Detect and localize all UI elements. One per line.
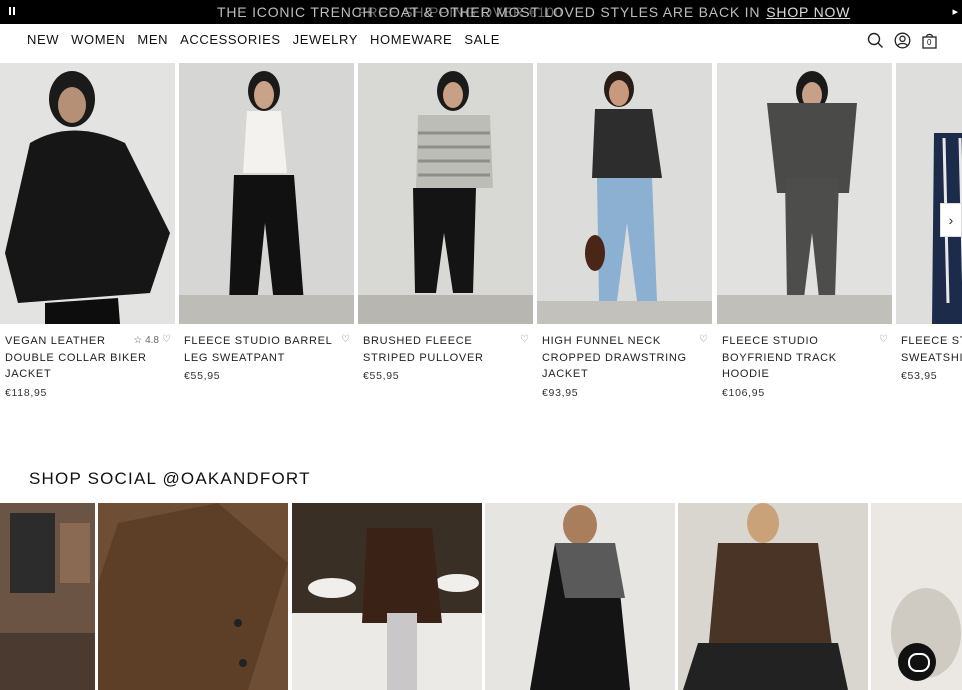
- product-card[interactable]: HIGH FUNNEL NECK CROPPED DRAWSTRING JACK…: [537, 63, 712, 399]
- product-card[interactable]: FLEECE STUDIO BOYFRIEND TRACK HOODIE €10…: [717, 63, 892, 399]
- heart-icon[interactable]: ♡: [879, 334, 888, 345]
- account-icon[interactable]: [894, 32, 911, 49]
- heart-icon[interactable]: ♡: [520, 334, 529, 345]
- social-tile[interactable]: [485, 503, 675, 690]
- social-tile[interactable]: [292, 503, 482, 690]
- product-card[interactable]: FLEECE STUDIO BARREL LEG SWEATPANT €55,9…: [179, 63, 354, 382]
- nav-item-homeware[interactable]: HOMEWARE: [370, 32, 452, 47]
- carousel-next-button[interactable]: ›: [940, 203, 962, 237]
- nav-item-jewelry[interactable]: JEWELRY: [293, 32, 358, 47]
- product-name[interactable]: FLEECE STUDIO BOYFRIEND TRACK HOODIE €10…: [722, 333, 872, 401]
- search-icon[interactable]: [867, 32, 884, 49]
- product-price: €106,95: [722, 386, 765, 399]
- product-price: €93,95: [542, 386, 579, 399]
- cart-icon[interactable]: 0: [921, 32, 938, 49]
- product-carousel: VEGAN LEATHER DOUBLE COLLAR BIKER JACKET…: [0, 63, 962, 408]
- social-section-title: SHOP SOCIAL @OAKANDFORT: [29, 469, 311, 488]
- shop-now-link[interactable]: SHOP NOW: [766, 4, 850, 20]
- product-image[interactable]: [896, 63, 962, 324]
- nav-item-women[interactable]: WOMEN: [71, 32, 125, 47]
- announcement-text: THE ICONIC TRENCH COAT & OTHER MOST LOVE…: [217, 4, 851, 20]
- social-gallery: [0, 503, 962, 690]
- product-rating: ☆ 4.8: [133, 335, 159, 346]
- product-image[interactable]: [0, 63, 175, 324]
- product-price: €118,95: [5, 386, 48, 399]
- product-image[interactable]: [717, 63, 892, 324]
- product-price: €55,95: [184, 370, 221, 382]
- chat-button[interactable]: [898, 643, 936, 681]
- social-tile[interactable]: [98, 503, 288, 690]
- nav-item-sale[interactable]: SALE: [464, 32, 500, 47]
- product-name[interactable]: FLEECE STUDIO SWEATSHIRT €53,95: [901, 333, 962, 385]
- product-image[interactable]: [358, 63, 533, 324]
- nav-item-accessories[interactable]: ACCESSORIES: [180, 32, 281, 47]
- product-name[interactable]: HIGH FUNNEL NECK CROPPED DRAWSTRING JACK…: [542, 333, 692, 401]
- heart-icon[interactable]: ♡: [162, 334, 171, 345]
- product-name[interactable]: FLEECE STUDIO BARREL LEG SWEATPANT €55,9…: [184, 333, 334, 385]
- main-nav: NEW WOMEN MEN ACCESSORIES JEWELRY HOMEWA…: [0, 24, 962, 58]
- cart-count: 0: [927, 38, 932, 47]
- product-card[interactable]: VEGAN LEATHER DOUBLE COLLAR BIKER JACKET…: [0, 63, 175, 399]
- pause-icon[interactable]: [9, 7, 17, 17]
- product-price: €53,95: [901, 370, 938, 382]
- product-name[interactable]: BRUSHED FLEECE STRIPED PULLOVER €55,95: [363, 333, 513, 385]
- product-card[interactable]: BRUSHED FLEECE STRIPED PULLOVER €55,95 ♡: [358, 63, 533, 382]
- heart-icon[interactable]: ♡: [341, 334, 350, 345]
- nav-item-men[interactable]: MEN: [137, 32, 168, 47]
- chevron-right-icon[interactable]: ▸: [952, 5, 958, 18]
- product-image[interactable]: [179, 63, 354, 324]
- product-image[interactable]: [537, 63, 712, 324]
- announcement-bar: FREE SHIPPING OVER €100 THE ICONIC TRENC…: [0, 0, 962, 24]
- product-price: €55,95: [363, 370, 400, 382]
- product-card[interactable]: FLEECE STUDIO SWEATSHIRT €53,95: [896, 63, 962, 382]
- heart-icon[interactable]: ♡: [699, 334, 708, 345]
- social-tile[interactable]: [0, 503, 95, 690]
- nav-item-new[interactable]: NEW: [27, 32, 59, 47]
- social-tile[interactable]: [678, 503, 868, 690]
